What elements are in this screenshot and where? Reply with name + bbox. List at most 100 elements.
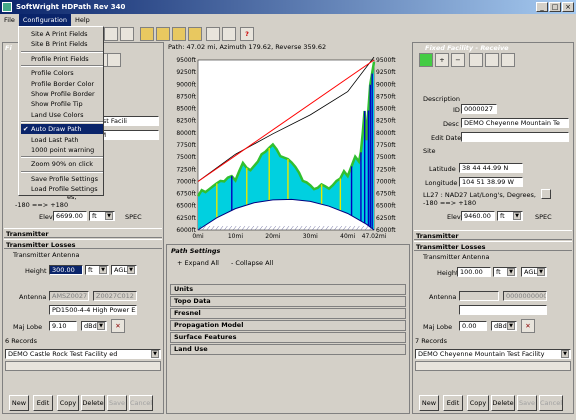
- menu-item-land-use-colors[interactable]: Land Use Colors: [21, 110, 103, 120]
- menu-item-profile-border-color[interactable]: Profile Border Color: [21, 79, 103, 89]
- left-tx-losses-header[interactable]: Transmitter Losses: [4, 239, 162, 249]
- left-transmitter-header[interactable]: Transmitter: [4, 228, 162, 238]
- left-edit-button[interactable]: Edit: [33, 395, 53, 411]
- open-folder-icon[interactable]: [156, 27, 170, 41]
- left-facility-select[interactable]: DEMO Castle Rock Test Facility ed ▼: [5, 349, 161, 359]
- clear-icon[interactable]: ✕: [521, 319, 535, 333]
- check-icon: ✔: [23, 125, 29, 134]
- profile-chart: 9500ft 9500ft 9250ft 9250ft 9000ft 9000ft 8750…: [176, 56, 396, 240]
- left-save-button[interactable]: Save: [107, 395, 127, 411]
- maximize-icon[interactable]: □: [549, 2, 561, 12]
- right-transmitter-header[interactable]: Transmitter: [414, 230, 572, 240]
- right-tx-losses-header[interactable]: Transmitter Losses: [414, 241, 572, 251]
- menu-help[interactable]: Help: [71, 14, 94, 26]
- menu-item-profile-print-fields[interactable]: Profile Print Fields: [21, 54, 103, 64]
- collapse-all-link[interactable]: - Collapse All: [231, 259, 273, 267]
- right-delete-button[interactable]: Delete: [491, 395, 515, 411]
- clear-icon[interactable]: ✕: [111, 319, 125, 333]
- right-elev-unit[interactable]: ft ▼: [497, 211, 523, 221]
- right-spec[interactable]: SPEC: [535, 213, 552, 221]
- menu-item-zoom-90-on-click[interactable]: Zoom 90% on click: [21, 159, 103, 169]
- right-scrollbar[interactable]: [415, 361, 571, 371]
- right-copy-button[interactable]: Copy: [467, 395, 489, 411]
- left-maj-lobe-unit[interactable]: dBd ▼: [81, 321, 107, 331]
- left-antenna-label: Antenna: [19, 293, 47, 301]
- map-icon[interactable]: [419, 53, 433, 67]
- export-icon[interactable]: [120, 27, 134, 41]
- left-height-unit[interactable]: ft ▼: [85, 265, 109, 275]
- menu-item-label: Zoom 90% on click: [31, 160, 94, 169]
- right-facility-select[interactable]: DEMO Cheyenne Mountain Test Facility ▼: [415, 349, 571, 359]
- left-elev-field[interactable]: 6699.00: [53, 211, 87, 221]
- section-units[interactable]: Units: [170, 284, 406, 295]
- folder-topo-icon[interactable]: [172, 27, 186, 41]
- right-maj-lobe-field[interactable]: 0.00: [459, 321, 487, 331]
- menu-item-show-profile-tip[interactable]: Show Profile Tip: [21, 99, 103, 109]
- left-height-field[interactable]: 300.00: [49, 265, 83, 275]
- menu-item-site-b-print-fields[interactable]: Site B Print Fields: [21, 39, 103, 49]
- grid-icon[interactable]: [485, 53, 499, 67]
- right-height-ref-text: AGL: [524, 268, 537, 276]
- left-height-ref[interactable]: AGL ▼: [111, 265, 137, 275]
- print-icon[interactable]: [104, 27, 118, 41]
- left-delete-button[interactable]: Delete: [81, 395, 105, 411]
- menu-item-save-profile-settings[interactable]: Save Profile Settings: [21, 174, 103, 184]
- right-edit-date-field[interactable]: [461, 132, 569, 142]
- close-icon[interactable]: ×: [562, 2, 574, 12]
- left-maj-lobe-field[interactable]: 9.10: [49, 321, 77, 331]
- section-surface-features[interactable]: Surface Features: [170, 332, 406, 343]
- right-records: 7 Records: [415, 337, 448, 345]
- folder-icon[interactable]: [140, 27, 154, 41]
- right-edit-button[interactable]: Edit: [443, 395, 463, 411]
- left-elev-unit[interactable]: ft ▼: [89, 211, 115, 221]
- right-height-unit[interactable]: ft ▼: [493, 267, 517, 277]
- menu-item-load-profile-settings[interactable]: Load Profile Settings: [21, 184, 103, 194]
- section-propagation-model[interactable]: Propagation Model: [170, 320, 406, 331]
- left-new-button[interactable]: New: [9, 395, 29, 411]
- menu-item-show-profile-border[interactable]: Show Profile Border: [21, 89, 103, 99]
- menu-item-profile-colors[interactable]: Profile Colors: [21, 68, 103, 78]
- right-id-field[interactable]: 0000027: [461, 104, 497, 114]
- menu-item-1000-point-warning[interactable]: 1000 point warning: [21, 145, 103, 155]
- left-copy-button[interactable]: Copy: [57, 395, 79, 411]
- section-topo-data[interactable]: Topo Data: [170, 296, 406, 307]
- menu-item-auto-draw-path[interactable]: ✔ Auto Draw Path: [21, 124, 103, 135]
- folder-landuse-icon[interactable]: [188, 27, 202, 41]
- right-save-button[interactable]: Save: [517, 395, 537, 411]
- right-height-ref[interactable]: AGL ▼: [521, 267, 547, 277]
- remove-icon[interactable]: −: [451, 53, 465, 67]
- expand-all-link[interactable]: + Expand All: [177, 259, 219, 267]
- menu-configuration[interactable]: Configuration: [18, 14, 71, 26]
- y-tick-right: 7750ft: [376, 142, 396, 149]
- menu-item-site-a-print-fields[interactable]: Site A Print Fields: [21, 29, 103, 39]
- right-new-button[interactable]: New: [419, 395, 439, 411]
- left-spec[interactable]: SPEC: [125, 213, 142, 221]
- left-scrollbar[interactable]: [5, 361, 161, 371]
- menu-item-load-last-path[interactable]: Load Last Path: [21, 135, 103, 145]
- right-cancel-button[interactable]: Cancel: [539, 395, 563, 411]
- right-lat-field[interactable]: 38 44 44.99 N: [459, 163, 523, 173]
- right-maj-lobe-unit[interactable]: dBd ▼: [491, 321, 517, 331]
- right-long-field[interactable]: 104 51 38.99 W: [459, 177, 523, 187]
- section-land-use[interactable]: Land Use: [170, 344, 406, 355]
- help-icon[interactable]: ?: [240, 27, 254, 41]
- y-tick-right: 6750ft: [376, 191, 396, 198]
- left-antenna-desc[interactable]: PD1500-4-4 High Power Expo: [49, 305, 137, 315]
- right-antenna-desc[interactable]: [459, 305, 547, 315]
- list-icon[interactable]: [469, 53, 483, 67]
- right-datum-button[interactable]: [541, 189, 551, 199]
- add-icon[interactable]: +: [435, 53, 449, 67]
- left-cancel-button[interactable]: Cancel: [129, 395, 153, 411]
- zoom-icon[interactable]: [206, 27, 220, 41]
- minimize-icon[interactable]: _: [536, 2, 548, 12]
- section-fresnel[interactable]: Fresnel: [170, 308, 406, 319]
- left-antenna-model: AMSZ0027: [49, 291, 89, 301]
- right-elev-field[interactable]: 9460.00: [461, 211, 495, 221]
- document-icon[interactable]: [222, 27, 236, 41]
- left-records: 6 Records: [5, 337, 38, 345]
- menu-file[interactable]: File: [0, 14, 19, 26]
- left-tx-icon[interactable]: [107, 53, 121, 67]
- right-height-field[interactable]: 100.00: [457, 267, 491, 277]
- right-desc-field[interactable]: DEMO Cheyenne Mountain Te: [461, 118, 569, 128]
- rx-icon[interactable]: [501, 53, 515, 67]
